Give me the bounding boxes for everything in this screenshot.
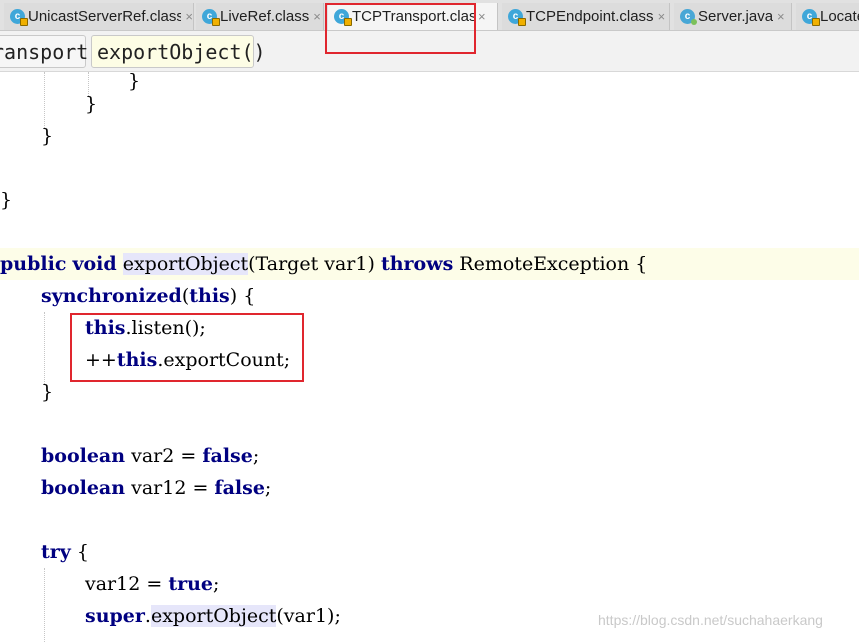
close-tab-icon[interactable]: × [185,9,193,24]
class-file-icon: c [10,9,28,26]
close-tab-icon[interactable]: × [478,9,486,24]
close-tab-icon[interactable]: × [777,9,785,24]
tab-liveref[interactable]: c LiveRef.class × [196,3,324,30]
class-file-icon: c [802,9,820,26]
class-file-icon: c [202,9,220,26]
tab-label: Server.java [698,8,774,25]
tab-label: TCPTransport.class [352,8,474,25]
close-tab-icon[interactable]: × [658,9,666,24]
breadcrumb-method[interactable]: exportObject() [91,35,266,68]
code-line: var12 = true; [85,573,220,595]
code-line: } [85,93,98,115]
tab-label: Locate [820,8,859,25]
watermark: https://blog.csdn.net/suchahaerkang [598,612,823,628]
code-line: try { [41,541,89,563]
code-editor[interactable]: } } } } public void exportObject(Target … [0,72,859,642]
code-line: } [0,189,13,211]
tab-unicastserverref[interactable]: c UnicastServerRef.class × [4,3,194,30]
code-line: } [41,381,54,403]
breadcrumb-class[interactable]: ransport [0,35,88,68]
code-line: this.listen(); [85,317,206,339]
class-file-icon: c [334,9,352,26]
close-tab-icon[interactable]: × [313,9,321,24]
method-signature-line: public void exportObject(Target var1) th… [0,248,859,280]
tab-locate[interactable]: c Locate [796,3,859,30]
java-file-icon: c [680,9,697,25]
tab-label: TCPEndpoint.class [526,8,654,25]
tab-tcpendpoint[interactable]: c TCPEndpoint.class × [502,3,670,30]
class-file-icon: c [508,9,526,26]
code-line: boolean var2 = false; [41,445,260,467]
code-line: boolean var12 = false; [41,477,272,499]
editor-tab-bar: c UnicastServerRef.class × c LiveRef.cla… [0,0,859,31]
tab-label: UnicastServerRef.class [28,8,182,25]
breadcrumb: ransport exportObject() [0,31,859,72]
code-line: synchronized(this) { [41,285,256,307]
tab-server-java[interactable]: c Server.java × [674,3,792,30]
tab-label: LiveRef.class [220,8,310,25]
tab-tcptransport[interactable]: c TCPTransport.class × [328,3,498,30]
code-line: ++this.exportCount; [85,349,291,371]
code-line: } [41,125,54,147]
